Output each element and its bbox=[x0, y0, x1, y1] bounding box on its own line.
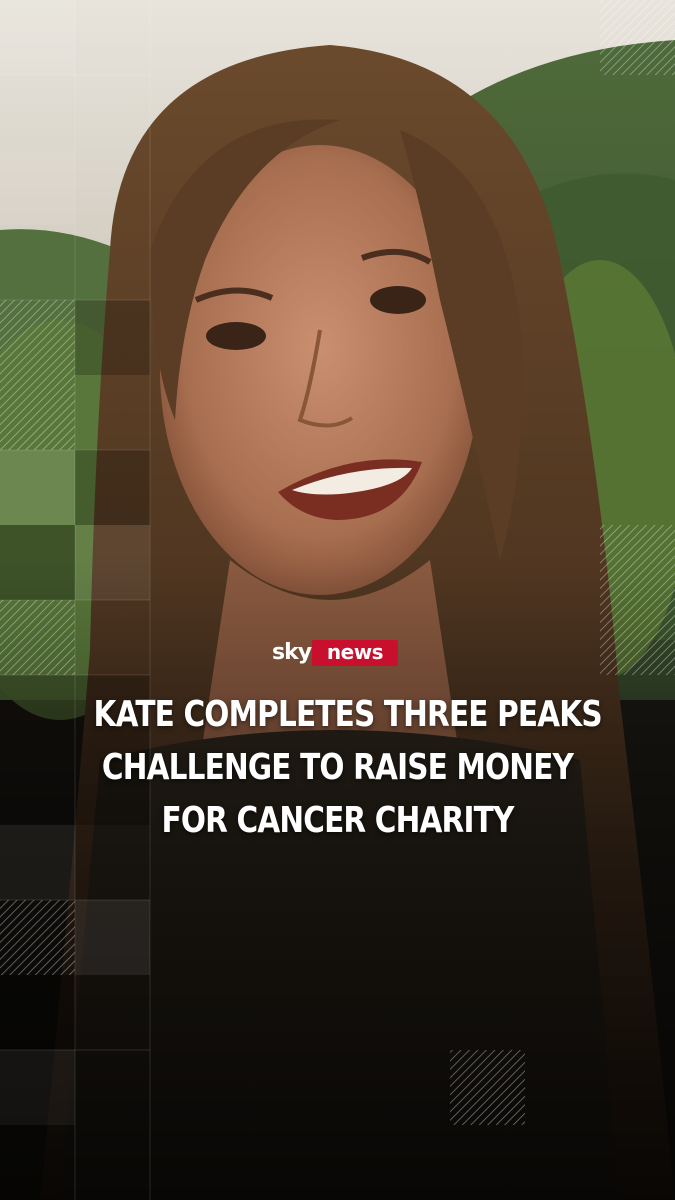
background-photo bbox=[0, 0, 675, 1200]
headline: KATE COMPLETES THREE PEAKS CHALLENGE TO … bbox=[93, 688, 603, 847]
logo-sky-text: sky bbox=[272, 640, 312, 665]
logo-news-badge: news bbox=[312, 640, 398, 666]
sky-news-logo: sky news bbox=[272, 638, 400, 668]
headline-line-3: FOR CANCER CHARITY bbox=[161, 800, 514, 841]
headline-line-1: KATE COMPLETES THREE PEAKS bbox=[93, 694, 603, 735]
headline-line-2: CHALLENGE TO RAISE MONEY bbox=[101, 747, 574, 788]
